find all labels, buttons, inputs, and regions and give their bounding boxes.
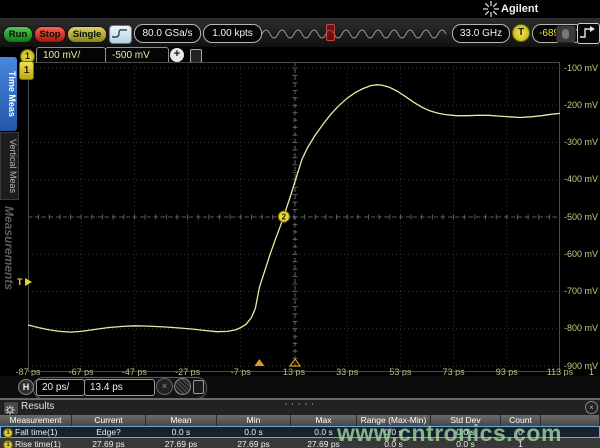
mouse-icon bbox=[562, 29, 569, 39]
edge-trigger-button[interactable] bbox=[577, 23, 600, 44]
memory-depth-readout[interactable]: 1.00 kpts bbox=[203, 24, 262, 43]
timebase-delay[interactable]: 13.4 ps bbox=[84, 379, 155, 396]
brand-name: Agilent bbox=[501, 3, 538, 15]
trigger-level-arrow-icon bbox=[25, 278, 32, 286]
results-settings-button[interactable] bbox=[3, 401, 19, 415]
waveform-icon bbox=[110, 26, 129, 41]
logo-row: Agilent bbox=[0, 0, 600, 18]
stop-button[interactable]: Stop bbox=[34, 26, 66, 43]
y-tick-label: -500 mV bbox=[561, 212, 598, 222]
results-drag-handle[interactable]: ····· bbox=[284, 398, 317, 410]
channel-menu-icon[interactable] bbox=[190, 49, 202, 63]
single-button[interactable]: Single bbox=[67, 26, 107, 43]
y-tick-label: -200 mV bbox=[561, 100, 598, 110]
y-tick-label: -700 mV bbox=[561, 286, 598, 296]
y-tick-label: -800 mV bbox=[561, 323, 598, 333]
trigger-level-marker[interactable]: T bbox=[17, 277, 33, 288]
tab-vertical-meas[interactable]: Vertical Meas bbox=[0, 132, 19, 200]
results-close-icon[interactable]: × bbox=[585, 401, 598, 414]
y-tick-label: -100 mV bbox=[561, 63, 598, 73]
timebase-menu-icon[interactable] bbox=[193, 380, 204, 394]
results-column-header[interactable]: Min bbox=[217, 415, 291, 426]
measurement-value: 27.69 ps bbox=[146, 438, 216, 448]
trackball-icon[interactable] bbox=[174, 378, 191, 395]
measurement-value: 27.69 ps bbox=[72, 438, 145, 448]
trigger-level-marker-label: T bbox=[17, 277, 23, 287]
results-column-header[interactable]: Current bbox=[72, 415, 146, 426]
y-tick-label: -600 mV bbox=[561, 249, 598, 259]
gear-icon bbox=[4, 405, 16, 415]
sample-rate-readout[interactable]: 80.0 GSa/s bbox=[134, 24, 201, 43]
agilent-starburst-icon bbox=[483, 1, 499, 17]
channel1-ground-marker[interactable]: 1 bbox=[19, 61, 34, 80]
timebase-scale[interactable]: 20 ps/ bbox=[36, 379, 85, 396]
results-column-header[interactable]: Measurement bbox=[0, 415, 72, 426]
measurement-value: 27.69 ps bbox=[217, 438, 290, 448]
measurement-value: Edge? bbox=[72, 426, 145, 438]
measurement-value: 0.0 s bbox=[146, 426, 216, 438]
bandwidth-readout[interactable]: 33.0 GHz bbox=[452, 24, 510, 43]
acquisition-position-marker[interactable] bbox=[326, 24, 335, 41]
edge-marker-label: 2 bbox=[282, 212, 287, 221]
waveform-display: 2 bbox=[28, 62, 560, 372]
trigger-time-marker[interactable] bbox=[254, 359, 264, 366]
tab-time-meas[interactable]: Time Meas bbox=[0, 57, 17, 131]
oscilloscope-screen: Agilent Run Stop Single 80.0 GSa/s 1.00 … bbox=[0, 0, 600, 448]
measurements-panel-label: Measurements bbox=[2, 206, 16, 346]
add-channel-icon[interactable]: + bbox=[170, 48, 184, 62]
horizontal-badge[interactable]: H bbox=[18, 379, 34, 395]
measurement-value: 0.0 s bbox=[217, 426, 290, 438]
watermark: www.cntronics.com bbox=[337, 420, 562, 447]
trigger-badge[interactable]: T bbox=[512, 24, 530, 42]
y-tick-label: -300 mV bbox=[561, 137, 598, 147]
edge-trigger-icon bbox=[578, 24, 597, 41]
mouse-mode-button[interactable] bbox=[556, 25, 576, 43]
timebase-reset-icon[interactable]: × bbox=[156, 378, 173, 395]
results-title: Results bbox=[21, 401, 54, 412]
y-tick-label: -400 mV bbox=[561, 174, 598, 184]
acquisition-preview-squiggle bbox=[262, 23, 450, 43]
run-button[interactable]: Run bbox=[3, 26, 33, 43]
waveform-trace bbox=[28, 85, 560, 332]
results-column-header[interactable]: Mean bbox=[146, 415, 217, 426]
acquisition-mode-button[interactable] bbox=[109, 25, 132, 44]
